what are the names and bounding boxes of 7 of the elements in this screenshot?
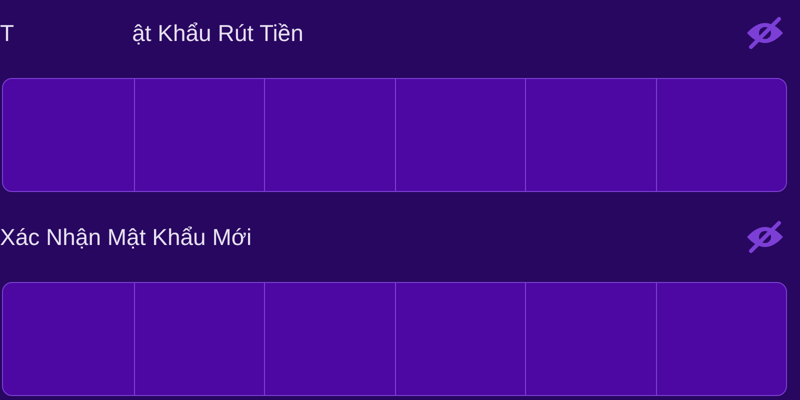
field-label: T [0, 20, 14, 46]
pin-input-field[interactable] [2, 282, 787, 396]
pin-input-field[interactable] [2, 78, 787, 192]
eye-slash-icon[interactable] [745, 15, 785, 51]
field-label: ật Khẩu Rút Tiền [132, 20, 304, 46]
field-label: Xác Nhận Mật Khẩu Mới [0, 224, 252, 250]
eye-slash-icon[interactable] [745, 219, 785, 255]
